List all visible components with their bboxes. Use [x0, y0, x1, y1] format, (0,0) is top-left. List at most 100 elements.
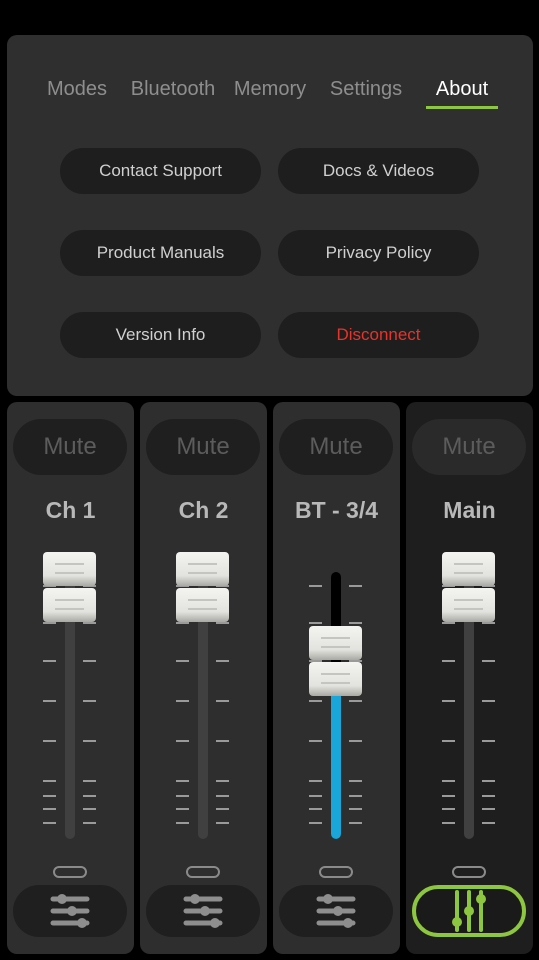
scale-tick — [482, 822, 495, 824]
scale-tick — [176, 740, 189, 742]
scale-tick — [349, 622, 362, 624]
scale-tick — [482, 700, 495, 702]
scale-tick — [83, 660, 96, 662]
scale-tick — [309, 740, 322, 742]
active-tab-indicator — [426, 106, 498, 109]
fader-handle[interactable] — [442, 552, 495, 622]
contact-support-button[interactable]: Contact Support — [60, 148, 261, 194]
scale-tick — [83, 622, 96, 624]
mute-button[interactable]: Mute — [412, 419, 526, 475]
scale-tick — [216, 700, 229, 702]
scale-tick — [176, 660, 189, 662]
privacy-policy-button[interactable]: Privacy Policy — [278, 230, 479, 276]
scale-tick — [83, 795, 96, 797]
scale-tick — [176, 808, 189, 810]
sliders-icon — [316, 894, 356, 928]
sliders-icon — [183, 894, 223, 928]
scale-tick — [349, 740, 362, 742]
scale-tick — [482, 622, 495, 624]
scale-tick — [43, 780, 56, 782]
scale-tick — [309, 808, 322, 810]
scale-tick — [83, 700, 96, 702]
scale-tick — [83, 780, 96, 782]
fader-handle[interactable] — [309, 626, 362, 697]
scale-tick — [482, 780, 495, 782]
scale-tick — [309, 795, 322, 797]
scale-tick — [442, 780, 455, 782]
scale-tick — [83, 822, 96, 824]
channel-name: Ch 2 — [178, 497, 229, 523]
scale-tick — [309, 622, 322, 624]
tab-bluetooth[interactable]: Bluetooth — [131, 78, 216, 101]
channel-strip: Mute BT - 3/4 — [273, 402, 400, 954]
scale-tick — [442, 700, 455, 702]
scale-tick — [442, 740, 455, 742]
scale-tick — [176, 622, 189, 624]
mute-button[interactable]: Mute — [279, 419, 393, 475]
scale-tick — [216, 622, 229, 624]
scale-tick — [43, 740, 56, 742]
scale-tick — [43, 795, 56, 797]
eq-button[interactable] — [279, 885, 393, 937]
channel-indicator — [319, 866, 353, 878]
scale-tick — [176, 795, 189, 797]
scale-tick — [309, 585, 322, 587]
channel-indicator — [53, 866, 87, 878]
eq-button[interactable] — [146, 885, 260, 937]
channel-indicator — [452, 866, 486, 878]
docs-videos-button[interactable]: Docs & Videos — [278, 148, 479, 194]
scale-tick — [349, 585, 362, 587]
scale-tick — [442, 660, 455, 662]
sliders-icon — [50, 894, 90, 928]
scale-tick — [482, 795, 495, 797]
scale-tick — [176, 822, 189, 824]
scale-tick — [43, 808, 56, 810]
scale-tick — [216, 660, 229, 662]
scale-tick — [176, 780, 189, 782]
tab-settings[interactable]: Settings — [330, 78, 402, 101]
disconnect-button[interactable]: Disconnect — [278, 312, 479, 358]
version-info-button[interactable]: Version Info — [60, 312, 261, 358]
scale-tick — [43, 700, 56, 702]
scale-tick — [309, 700, 322, 702]
channel-strip: Mute Ch 1 — [7, 402, 134, 954]
scale-tick — [216, 780, 229, 782]
scale-tick — [349, 795, 362, 797]
channel-name: Ch 1 — [45, 497, 96, 523]
eq-button[interactable] — [13, 885, 127, 937]
scale-tick — [349, 808, 362, 810]
tab-about[interactable]: About — [436, 78, 488, 101]
scale-tick — [442, 822, 455, 824]
scale-tick — [482, 660, 495, 662]
scale-tick — [482, 740, 495, 742]
scale-tick — [43, 660, 56, 662]
scale-tick — [442, 808, 455, 810]
vertical-faders-icon — [452, 890, 486, 932]
tab-modes[interactable]: Modes — [47, 78, 107, 101]
fader-level-fill — [331, 696, 341, 839]
product-manuals-button[interactable]: Product Manuals — [60, 230, 261, 276]
fader-handle[interactable] — [43, 552, 96, 622]
scale-tick — [309, 780, 322, 782]
fader-handle[interactable] — [176, 552, 229, 622]
mute-button[interactable]: Mute — [146, 419, 260, 475]
scale-tick — [176, 700, 189, 702]
scale-tick — [83, 808, 96, 810]
scale-tick — [216, 795, 229, 797]
scale-tick — [349, 700, 362, 702]
eq-button[interactable] — [412, 885, 526, 937]
scale-tick — [349, 780, 362, 782]
scale-tick — [442, 622, 455, 624]
channel-name: BT - 3/4 — [294, 497, 379, 523]
scale-tick — [216, 822, 229, 824]
mute-button[interactable]: Mute — [13, 419, 127, 475]
scale-tick — [43, 822, 56, 824]
scale-tick — [216, 808, 229, 810]
channel-strip: Mute Main — [406, 402, 533, 954]
scale-tick — [309, 822, 322, 824]
scale-tick — [349, 822, 362, 824]
scale-tick — [216, 740, 229, 742]
tab-memory[interactable]: Memory — [234, 78, 306, 101]
scale-tick — [43, 622, 56, 624]
scale-tick — [442, 795, 455, 797]
